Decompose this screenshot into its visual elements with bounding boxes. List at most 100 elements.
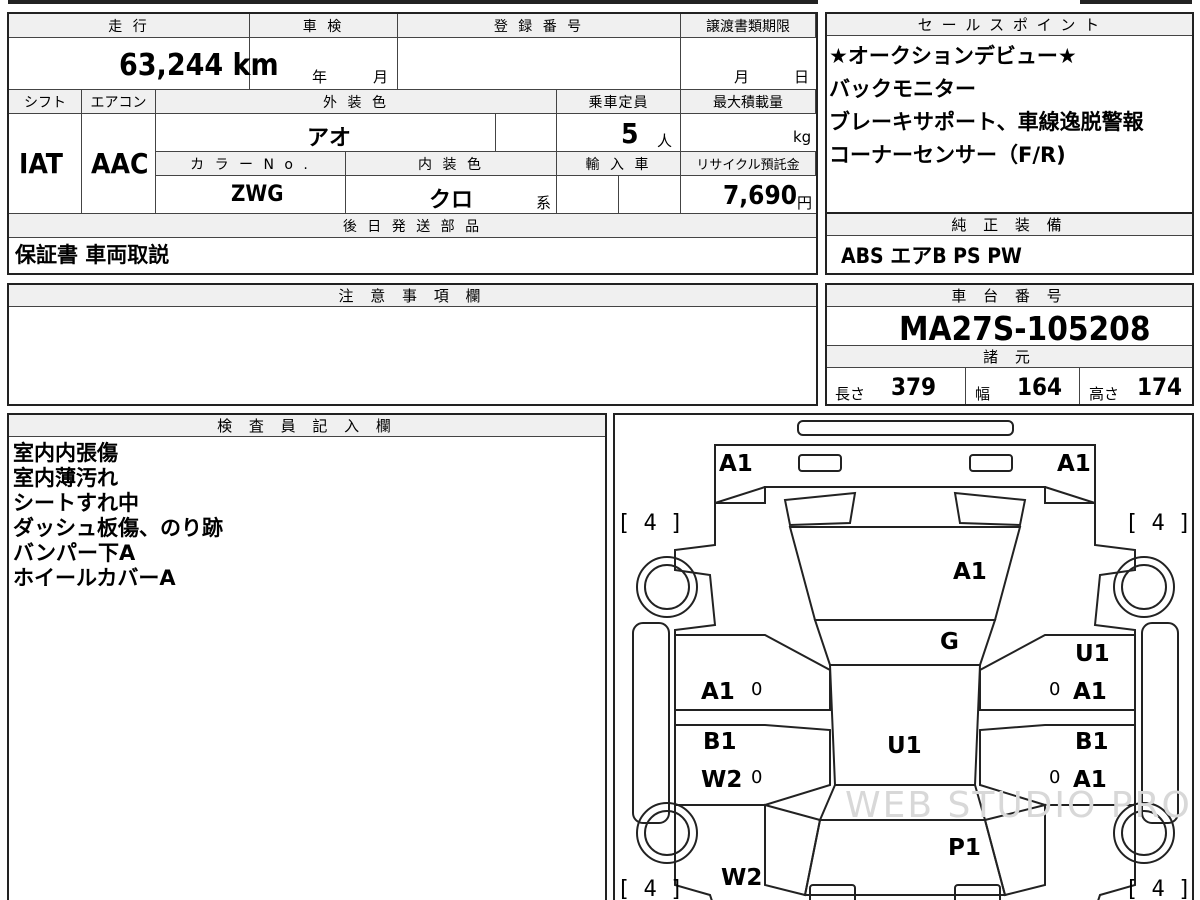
- shift-label: シフト: [9, 90, 82, 114]
- chassis-box: 車 台 番 号 MA27S-105208 諸 元 長さ 379 幅 164 高さ…: [825, 283, 1194, 406]
- height-label: 高さ: [1089, 385, 1120, 403]
- vehicle-info-table: 走 行 車 検 登 録 番 号 譲渡書類期限 63,244 km 年 月 月 日…: [7, 12, 818, 275]
- mark-rear-left-door-1: B1: [703, 729, 737, 755]
- color-no-label: カ ラ ー N o .: [156, 152, 346, 176]
- mark-front-right-door-2: A1: [1073, 679, 1107, 705]
- sales-points-header: セ ー ル ス ポ イ ン ト: [827, 14, 1192, 36]
- mileage-label: 走 行: [9, 14, 250, 38]
- max-load-unit: kg: [793, 128, 812, 146]
- import-cell-1: [557, 176, 619, 214]
- mark-windshield: G: [940, 629, 959, 655]
- capacity-label: 乗車定員: [557, 90, 681, 114]
- sales-points-box: セ ー ル ス ポ イ ン ト ★オークションデビュー★ バックモニターブレーキサ…: [825, 12, 1194, 214]
- inspector-note-item: シートすれ中: [13, 491, 139, 515]
- ext-color-value: アオ: [307, 126, 352, 151]
- rear-bumper-left: [809, 884, 856, 900]
- mark-tire-fr: [ 4 ]: [1125, 511, 1192, 536]
- deadline-day: 日: [794, 68, 810, 86]
- sales-point-item: ブレーキサポート、車線逸脱警報: [829, 110, 1144, 134]
- mark-trunk: P1: [948, 835, 981, 861]
- length-value: 379: [891, 373, 937, 401]
- inspector-note-item: 室内内張傷: [13, 441, 118, 465]
- int-color-value: クロ: [429, 188, 474, 213]
- notes-header: 注 意 事 項 欄: [9, 285, 816, 307]
- mark-tire-rr: [ 4 ]: [1125, 877, 1192, 900]
- int-color-label: 内 装 色: [346, 152, 557, 176]
- oem-equipment-header: 純 正 装 備: [827, 214, 1192, 236]
- mark-tire-fl: [ 4 ]: [617, 511, 684, 536]
- mark-rear-right-door-1: B1: [1075, 729, 1109, 755]
- notes-box: 注 意 事 項 欄: [7, 283, 818, 406]
- width-value: 164: [1017, 373, 1063, 401]
- sales-point-item: コーナーセンサー（F/R): [829, 143, 1066, 167]
- later-parts-value: 保証書 車両取説: [15, 243, 170, 267]
- sales-point-item: バックモニター: [829, 77, 976, 101]
- top-strip-line-right: [1080, 0, 1192, 4]
- import-cell-2: [619, 176, 681, 214]
- transfer-deadline-label: 譲渡書類期限: [681, 14, 816, 38]
- left-sill: [632, 622, 670, 824]
- mark-zero-1: 0: [751, 679, 763, 700]
- mark-rear-left-quarter: W2: [721, 865, 763, 891]
- capacity-unit: 人: [657, 132, 673, 150]
- length-label: 長さ: [835, 385, 866, 403]
- capacity-value: 5: [621, 117, 639, 150]
- shaken-label: 車 検: [250, 14, 398, 38]
- chassis-header: 車 台 番 号: [827, 285, 1192, 307]
- side-window-right: [953, 491, 1027, 527]
- reg-no-cell: [398, 38, 681, 90]
- inspector-box: 検 査 員 記 入 欄 室内内張傷 室内薄汚れ シートすれ中 ダッシュ板傷、のり跡 バン…: [7, 413, 607, 900]
- width-label: 幅: [975, 385, 991, 403]
- mark-front-left-door: A1: [701, 679, 735, 705]
- int-color-suffix: 系: [536, 194, 552, 212]
- height-value: 174: [1137, 373, 1183, 401]
- rear-bumper-right: [954, 884, 1001, 900]
- specs-divider-1: [965, 368, 966, 404]
- shaken-year: 年: [312, 68, 328, 86]
- specs-divider-2: [1079, 368, 1080, 404]
- recycle-unit: 円: [797, 194, 813, 212]
- import-label: 輸 入 車: [557, 152, 681, 176]
- mark-zero-2: 0: [1049, 679, 1061, 700]
- watermark: WEB STUDIO PRO: [845, 785, 1192, 826]
- mark-rear-left-door-2: W2: [701, 767, 743, 793]
- inspector-note-item: ダッシュ板傷、のり跡: [13, 516, 223, 540]
- recycle-value: 7,690: [723, 181, 797, 211]
- specs-header: 諸 元: [827, 346, 1192, 368]
- inspector-header: 検 査 員 記 入 欄: [9, 415, 605, 437]
- later-parts-label: 後 日 発 送 部 品: [9, 214, 816, 238]
- car-diagram-box: A1 A1 [ 4 ] [ 4 ] [ 4 ] [ 4 ] A1 G U1 P1…: [613, 413, 1194, 900]
- inspector-note-item: ホイールカバーA: [13, 566, 176, 590]
- tire-front-left-inner: [644, 564, 690, 610]
- shaken-month: 月: [373, 68, 389, 86]
- headlight-right: [969, 454, 1013, 472]
- front-grille-bar: [797, 420, 1014, 436]
- top-strip-line: [8, 0, 818, 4]
- tire-front-right-inner: [1121, 564, 1167, 610]
- reg-no-label: 登 録 番 号: [398, 14, 681, 38]
- headlight-left: [798, 454, 842, 472]
- recycle-label: リサイクル預託金: [681, 152, 816, 176]
- inspector-notes-list: 室内内張傷 室内薄汚れ シートすれ中 ダッシュ板傷、のり跡 バンパー下A ホイールカバーA: [9, 437, 605, 591]
- mark-front-right-door-1: U1: [1075, 641, 1110, 667]
- oem-equipment-box: 純 正 装 備 ABS エアB PS PW: [825, 212, 1194, 275]
- inspector-note-item: 室内薄汚れ: [13, 466, 118, 490]
- oem-equipment-value: ABS エアB PS PW: [841, 244, 1022, 268]
- chassis-value: MA27S-105208: [899, 309, 1151, 348]
- deadline-month: 月: [734, 68, 750, 86]
- mark-a1-right-top: A1: [1057, 451, 1091, 477]
- mark-a1-left-top: A1: [719, 451, 753, 477]
- mark-hood: A1: [953, 559, 987, 585]
- inspector-note-item: バンパー下A: [13, 541, 136, 565]
- sales-point-item: ★オークションデビュー★: [829, 44, 1077, 68]
- ext-color-label: 外 装 色: [156, 90, 557, 114]
- ext-color-extra-cell: [496, 114, 557, 152]
- mark-roof: U1: [887, 733, 922, 759]
- windshield: [813, 619, 997, 666]
- front-bumper: [714, 444, 1096, 504]
- mark-tire-rl: [ 4 ]: [617, 877, 684, 900]
- max-load-label: 最大積載量: [681, 90, 816, 114]
- shift-value: IAT: [19, 147, 63, 180]
- roof-panel: [828, 664, 982, 786]
- sales-points-list: ★オークションデビュー★ バックモニターブレーキサポート、車線逸脱警報 コーナーセン…: [827, 36, 1192, 172]
